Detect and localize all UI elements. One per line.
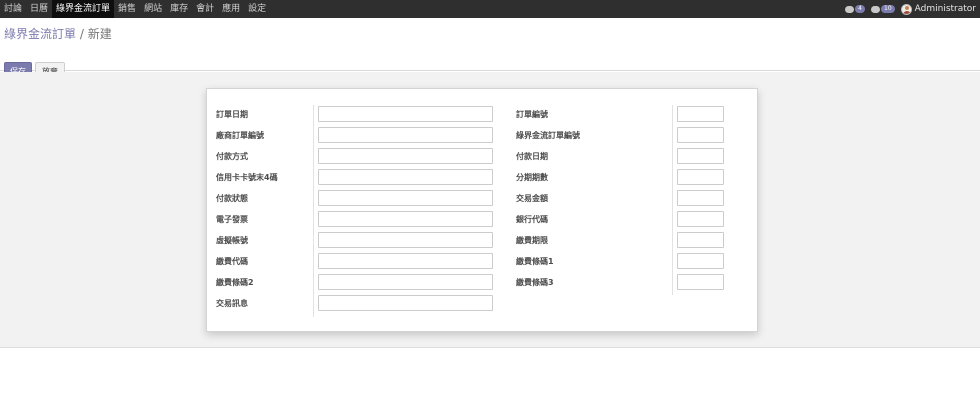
field-input[interactable] (318, 295, 493, 311)
field-input[interactable] (318, 169, 493, 185)
field-label: 付款狀態 (216, 194, 248, 203)
chat-count: 4 (855, 5, 865, 13)
right-column-divider (672, 105, 673, 295)
field-label: 繳費條碼2 (216, 278, 254, 287)
field-input[interactable] (318, 106, 493, 122)
message-count: 10 (881, 5, 895, 13)
field-label: 信用卡卡號末4碼 (216, 173, 278, 182)
menu-item[interactable]: 銷售 (114, 0, 140, 18)
field-input[interactable] (318, 127, 493, 143)
field-input[interactable] (318, 148, 493, 164)
field-label: 訂單編號 (516, 110, 548, 119)
field-label: 廠商訂單編號 (216, 131, 264, 140)
field-input[interactable] (677, 169, 724, 185)
field-label: 付款日期 (516, 152, 548, 161)
field-label: 交易金額 (516, 194, 548, 203)
menu-item[interactable]: 設定 (244, 0, 270, 18)
field-label: 繳費代碼 (216, 257, 248, 266)
control-panel: 綠界金流訂單 / 新建 保存 放棄 (0, 18, 980, 81)
field-label: 繳費期限 (516, 236, 548, 245)
field-input[interactable] (677, 232, 724, 248)
field-label: 銀行代碼 (516, 215, 548, 224)
menu-item[interactable]: 討論 (0, 0, 26, 18)
field-input[interactable] (318, 211, 493, 227)
field-input[interactable] (677, 274, 724, 290)
field-input[interactable] (318, 253, 493, 269)
field-input[interactable] (677, 106, 724, 122)
field-input[interactable] (318, 190, 493, 206)
field-label: 付款方式 (216, 152, 248, 161)
field-label: 交易訊息 (216, 299, 248, 308)
chat-bubble-icon (845, 5, 855, 13)
chat-notification[interactable]: 4 (845, 5, 865, 13)
field-input[interactable] (677, 148, 724, 164)
breadcrumb-separator: / (79, 27, 84, 41)
field-label: 虛擬帳號 (216, 236, 248, 245)
field-input[interactable] (318, 232, 493, 248)
field-input[interactable] (677, 190, 724, 206)
field-input[interactable] (677, 253, 724, 269)
field-label: 綠界金流訂單編號 (516, 131, 580, 140)
menu-item[interactable]: 日曆 (26, 0, 52, 18)
breadcrumb-parent[interactable]: 綠界金流訂單 (4, 27, 76, 41)
field-label: 繳費條碼3 (516, 278, 554, 287)
user-menu[interactable]: Administrator (900, 3, 976, 15)
form-sheet: 訂單日期 廠商訂單編號 付款方式 信用卡卡號末4碼 付款狀態 電子發票 虛擬帳號 繳費代碼 繳費… (206, 88, 758, 332)
form-view: 訂單日期 廠商訂單編號 付款方式 信用卡卡號末4碼 付款狀態 電子發票 虛擬帳號 繳費代碼 繳費… (0, 72, 980, 348)
avatar (900, 3, 912, 15)
field-label: 訂單日期 (216, 110, 248, 119)
field-input[interactable] (677, 211, 724, 227)
breadcrumb-current: 新建 (87, 27, 112, 41)
left-column-divider (313, 105, 314, 317)
field-label: 分期期數 (516, 173, 548, 182)
field-label: 繳費條碼1 (516, 257, 554, 266)
app-menu: 討論 日曆 綠界金流訂單 銷售 網站 庫存 會計 應用 設定 (0, 0, 270, 18)
message-icon (871, 5, 880, 13)
field-input[interactable] (677, 127, 724, 143)
field-input[interactable] (318, 274, 493, 290)
menu-item[interactable]: 會計 (192, 0, 218, 18)
menu-item[interactable]: 庫存 (166, 0, 192, 18)
field-label: 電子發票 (216, 215, 248, 224)
menu-item[interactable]: 網站 (140, 0, 166, 18)
message-notification[interactable]: 10 (871, 5, 895, 13)
menu-item[interactable]: 應用 (218, 0, 244, 18)
menu-item[interactable]: 綠界金流訂單 (52, 0, 115, 18)
top-navbar: 討論 日曆 綠界金流訂單 銷售 網站 庫存 會計 應用 設定 4 10 Administrato… (0, 0, 980, 18)
breadcrumb: 綠界金流訂單 / 新建 (4, 25, 112, 42)
user-name: Administrator (914, 4, 976, 14)
systray: 4 10 Administrator (845, 0, 976, 18)
